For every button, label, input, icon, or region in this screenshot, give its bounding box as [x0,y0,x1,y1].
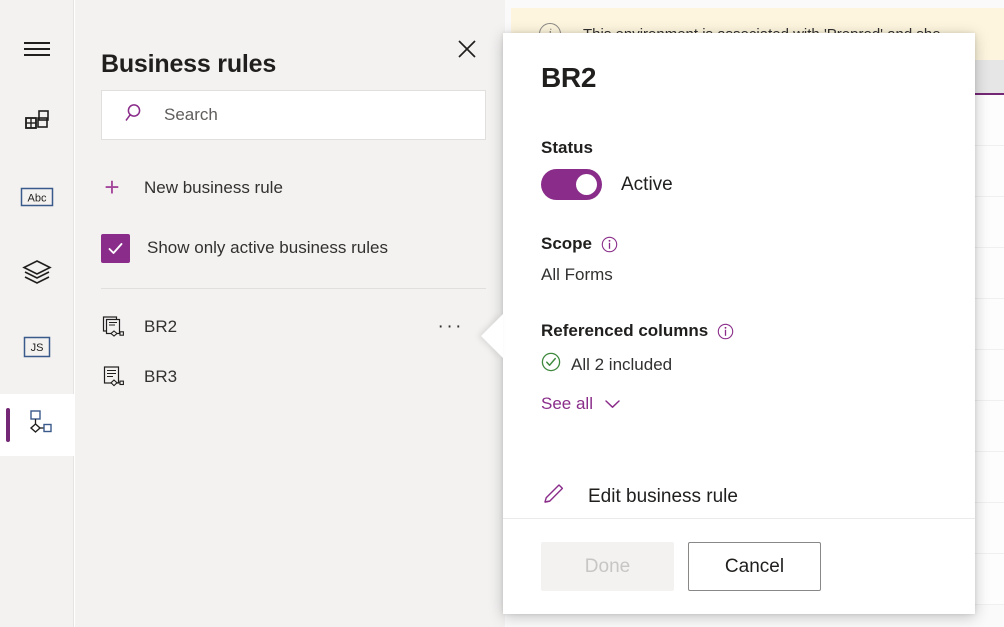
search-icon [124,102,146,129]
list-item-br2[interactable]: BR2 ··· [101,307,486,347]
status-label-text: Status [541,138,593,158]
new-business-rule-label: New business rule [144,178,283,198]
info-icon[interactable] [601,236,618,253]
check-circle-icon [541,352,561,377]
callout-beak [481,314,503,358]
edit-business-rule-button[interactable]: Edit business rule [541,481,937,512]
status-label: Status [541,138,937,158]
status-value: Active [621,174,673,196]
referenced-columns-status: All 2 included [541,352,937,377]
rail-item-apps[interactable] [0,93,74,155]
cancel-button[interactable]: Cancel [688,542,821,591]
scope-label-text: Scope [541,234,592,254]
show-active-only-checkbox[interactable]: Show only active business rules [101,230,388,266]
done-button[interactable]: Done [541,542,674,591]
see-all-link[interactable]: See all [541,394,621,414]
search-input[interactable] [162,104,466,126]
list-item-label: BR3 [144,367,177,387]
referenced-columns-label-text: Referenced columns [541,321,708,341]
referenced-columns-status-text: All 2 included [571,355,672,375]
rail-item-javascript[interactable]: JS [0,318,74,380]
divider [101,288,486,289]
rail-item-menu[interactable] [0,20,74,82]
abc-icon: Abc [20,185,54,214]
hamburger-icon [22,39,52,64]
info-icon[interactable] [717,323,734,340]
edit-business-rule-label: Edit business rule [588,486,738,508]
rail-item-business-rules[interactable] [0,394,74,456]
status-toggle[interactable] [541,169,602,200]
callout-footer: Done Cancel [503,518,975,614]
close-button[interactable] [452,36,482,66]
list-item-br3[interactable]: BR3 [101,357,486,397]
status-toggle-row: Active [541,169,937,200]
callout-body: BR2 Status Active Scope [503,33,975,518]
referenced-columns-label: Referenced columns [541,321,937,341]
left-rail: Abc JS [0,0,74,627]
scope-value: All Forms [541,265,937,285]
business-rule-detail-callout: BR2 Status Active Scope [503,33,975,614]
checkbox-checked-icon [101,234,130,263]
js-icon: JS [23,335,51,364]
pencil-icon [541,481,567,512]
business-rule-icon [22,409,52,442]
business-rule-icon [101,315,125,339]
scope-label: Scope [541,234,937,254]
new-business-rule-button[interactable]: + New business rule [101,172,283,204]
layers-icon [22,259,52,290]
show-active-only-label: Show only active business rules [147,238,388,258]
business-rules-pane: Business rules + New business rule [75,0,505,627]
business-rule-icon [101,365,125,389]
see-all-label: See all [541,394,593,414]
close-icon [455,37,479,66]
rail-item-layers[interactable] [0,243,74,305]
more-options-button[interactable]: ··· [438,323,464,331]
app-root: i This environment is associated with 'P… [0,0,1004,627]
list-item-label: BR2 [144,317,177,337]
toggle-knob [576,174,597,195]
svg-text:Abc: Abc [28,192,47,204]
apps-grid-icon [23,108,51,141]
rail-item-text-columns[interactable]: Abc [0,168,74,230]
search-box[interactable] [101,90,486,140]
plus-icon: + [101,177,123,199]
chevron-down-icon [604,398,621,410]
callout-title: BR2 [541,62,937,94]
page-title: Business rules [101,50,276,79]
svg-text:JS: JS [31,342,44,354]
